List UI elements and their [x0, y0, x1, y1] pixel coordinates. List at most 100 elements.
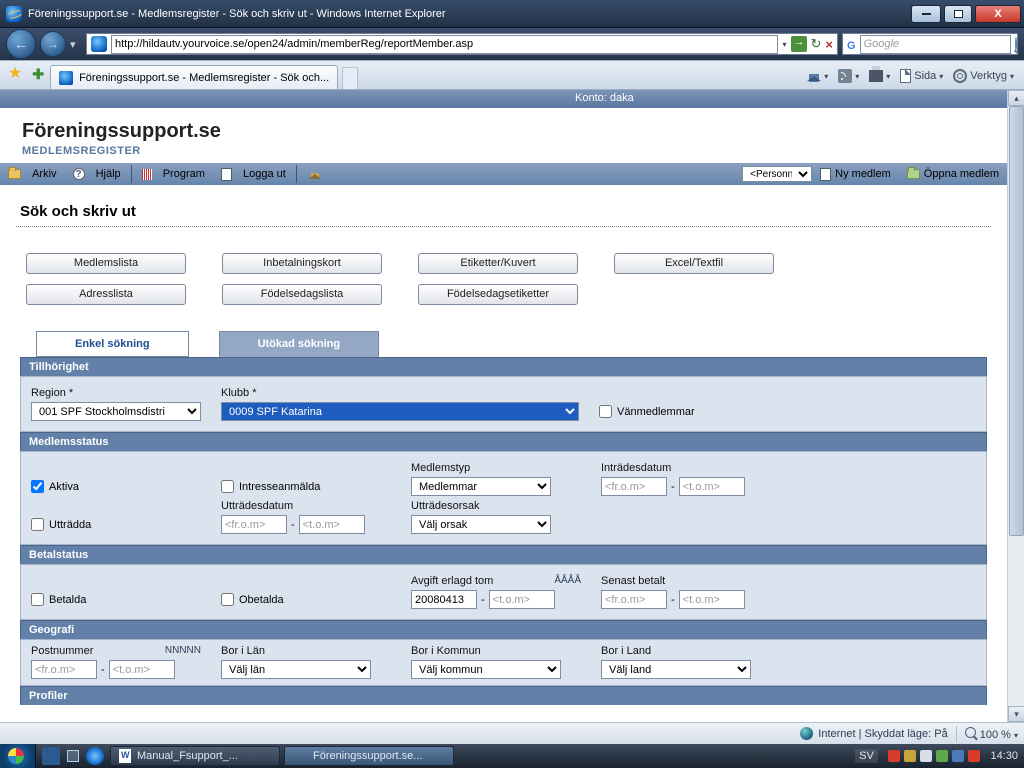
maximize-button[interactable]: [944, 5, 972, 23]
favorites-icon[interactable]: ★: [8, 63, 22, 83]
bor-lan-label: Bor i Län: [221, 645, 391, 657]
betalda-checkbox[interactable]: Betalda: [31, 590, 201, 609]
new-tab-button[interactable]: [342, 67, 358, 89]
stop-button[interactable]: ×: [825, 37, 833, 52]
btn-inbetalningskort[interactable]: Inbetalningskort: [222, 253, 382, 274]
new-member-icon: [820, 168, 831, 181]
ie-icon: [6, 6, 22, 22]
tools-menu[interactable]: Verktyg▾: [953, 69, 1014, 83]
window-title: Föreningssupport.se - Medlemsregister - …: [28, 8, 446, 20]
nav-history-dropdown[interactable]: ▾: [70, 38, 82, 51]
folder-icon: [8, 169, 21, 179]
bor-land-select[interactable]: Välj land: [601, 660, 751, 679]
post-from[interactable]: [31, 660, 97, 679]
tray-icon-2[interactable]: [904, 750, 916, 762]
bor-kommun-select[interactable]: Välj kommun: [411, 660, 561, 679]
lang-indicator[interactable]: SV: [855, 749, 878, 763]
page-menu[interactable]: Sida▾: [900, 69, 943, 83]
account-bar: Konto: daka: [0, 90, 1007, 108]
search-icon[interactable]: [1015, 37, 1017, 51]
menu-ny-medlem[interactable]: Ny medlem: [812, 163, 899, 185]
btn-adresslista[interactable]: Adresslista: [26, 284, 186, 305]
zoom-control[interactable]: 100 % ▾: [965, 727, 1018, 741]
nav-back-button[interactable]: ←: [6, 29, 36, 59]
url-dropdown[interactable]: ▾: [782, 40, 786, 49]
btn-etiketter[interactable]: Etiketter/Kuvert: [418, 253, 578, 274]
menu-logga-ut[interactable]: Logga ut: [213, 163, 294, 185]
tray-network-icon[interactable]: [952, 750, 964, 762]
btn-fodelsedagslista[interactable]: Födelsedagslista: [222, 284, 382, 305]
tray-expand[interactable]: ‹: [882, 752, 885, 761]
intresseanmalda-checkbox[interactable]: Intresseanmälda: [221, 477, 391, 496]
zoom-icon: [965, 727, 976, 738]
tab-utokad-sokning[interactable]: Utökad sökning: [219, 331, 380, 357]
bor-land-label: Bor i Land: [601, 645, 771, 657]
feed-menu[interactable]: ▾: [838, 69, 859, 83]
bor-lan-select[interactable]: Välj län: [221, 660, 371, 679]
ie-quicklaunch-icon[interactable]: [86, 747, 104, 765]
browser-search[interactable]: G: [842, 33, 1018, 55]
address-bar[interactable]: ▾ ↻ ×: [86, 33, 838, 55]
menu-oppna-medlem[interactable]: Öppna medlem: [899, 163, 1007, 185]
menu-arkiv[interactable]: Arkiv: [0, 163, 65, 185]
refresh-button[interactable]: ↻: [811, 36, 822, 52]
taskbar-word[interactable]: Manual_Fsupport_...: [110, 746, 280, 766]
browser-tab[interactable]: Föreningssupport.se - Medlemsregister - …: [50, 65, 338, 89]
print-menu[interactable]: ▾: [869, 70, 890, 82]
post-to[interactable]: [109, 660, 175, 679]
vertical-scrollbar[interactable]: ▴▾: [1007, 90, 1024, 722]
uttrade-to[interactable]: [299, 515, 365, 534]
open-folder-icon: [907, 169, 920, 179]
klubb-select[interactable]: 0009 SPF Katarina: [221, 402, 579, 421]
senast-to[interactable]: [679, 590, 745, 609]
tray-icon-3[interactable]: [920, 750, 932, 762]
uttradesdatum-label: Utträdesdatum: [221, 500, 391, 512]
tray-volume-icon[interactable]: [968, 750, 980, 762]
printer-icon: [869, 70, 883, 82]
btn-medlemslista[interactable]: Medlemslista: [26, 253, 186, 274]
intrade-from[interactable]: [601, 477, 667, 496]
add-favorite-icon[interactable]: ✚: [32, 66, 44, 83]
avgift-from[interactable]: [411, 590, 477, 609]
switch-windows-icon[interactable]: [64, 747, 82, 765]
menu-hjalp[interactable]: ? Hjälp: [65, 163, 129, 185]
page-icon: [900, 69, 911, 83]
minimize-button[interactable]: [911, 5, 941, 23]
btn-excel[interactable]: Excel/Textfil: [614, 253, 774, 274]
home-menu[interactable]: ▾: [807, 69, 828, 83]
menu-home[interactable]: [299, 163, 331, 185]
medlemstyp-select[interactable]: Medlemmar: [411, 477, 551, 496]
intradesdatum-label: Inträdesdatum: [601, 462, 771, 474]
tray-avira-icon[interactable]: [888, 750, 900, 762]
aktiva-checkbox[interactable]: Aktiva: [31, 477, 201, 496]
obetalda-checkbox[interactable]: Obetalda: [221, 590, 391, 609]
avgift-label: Avgift erlagd tom: [411, 575, 493, 587]
uttradda-checkbox[interactable]: Utträdda: [31, 515, 201, 534]
avgift-to[interactable]: [489, 590, 555, 609]
section-geografi: Geografi: [20, 620, 987, 639]
browser-search-input[interactable]: [860, 35, 1011, 54]
vanmedlemmar-checkbox[interactable]: Vänmedlemmar: [599, 402, 769, 421]
personnr-select[interactable]: <Personnr.>: [742, 166, 812, 182]
region-select[interactable]: 001 SPF Stockholmsdistri: [31, 402, 201, 421]
senast-from[interactable]: [601, 590, 667, 609]
intrade-to[interactable]: [679, 477, 745, 496]
url-input[interactable]: [111, 35, 778, 54]
security-zone: Internet | Skyddat läge: På: [818, 728, 947, 740]
nav-forward-button[interactable]: →: [40, 31, 66, 57]
clock[interactable]: 14:30: [990, 750, 1018, 762]
go-button[interactable]: [791, 36, 807, 52]
tray-icon-4[interactable]: [936, 750, 948, 762]
close-button[interactable]: X: [975, 5, 1021, 23]
taskbar-ie[interactable]: Föreningssupport.se...: [284, 746, 454, 766]
section-betalstatus: Betalstatus: [20, 545, 987, 564]
tab-enkel-sokning[interactable]: Enkel sökning: [36, 331, 189, 357]
show-desktop-icon[interactable]: [42, 747, 60, 765]
uttrade-from[interactable]: [221, 515, 287, 534]
rss-icon: [838, 69, 852, 83]
start-button[interactable]: [0, 744, 36, 768]
menu-program[interactable]: Program: [134, 163, 213, 185]
btn-fodelsedagsetiketter[interactable]: Födelsedagsetiketter: [418, 284, 578, 305]
google-icon: G: [847, 37, 856, 52]
uttradesorsak-select[interactable]: Välj orsak: [411, 515, 551, 534]
